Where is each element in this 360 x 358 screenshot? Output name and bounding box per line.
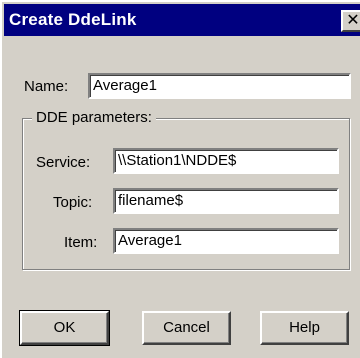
title-bar[interactable]: Create DdeLink ✕: [4, 4, 360, 36]
name-input[interactable]: Average1: [88, 73, 351, 99]
topic-label: Topic:: [53, 194, 93, 211]
close-button[interactable]: ✕: [341, 10, 360, 32]
item-label: Item:: [64, 234, 98, 251]
cancel-button[interactable]: Cancel: [142, 311, 231, 345]
close-icon: ✕: [346, 12, 360, 29]
ok-button[interactable]: OK: [19, 310, 110, 346]
window-title: Create DdeLink: [9, 10, 137, 29]
create-ddelink-dialog: Create DdeLink ✕ Name: Average1 DDE para…: [0, 0, 360, 358]
help-button[interactable]: Help: [260, 311, 349, 345]
service-label: Service:: [36, 154, 91, 171]
service-input[interactable]: \\Station1\NDDE$: [113, 148, 339, 174]
name-label: Name:: [24, 78, 69, 95]
topic-input[interactable]: filename$: [113, 188, 339, 214]
dde-parameters-legend: DDE parameters:: [32, 109, 156, 126]
item-input[interactable]: Average1: [113, 228, 339, 254]
